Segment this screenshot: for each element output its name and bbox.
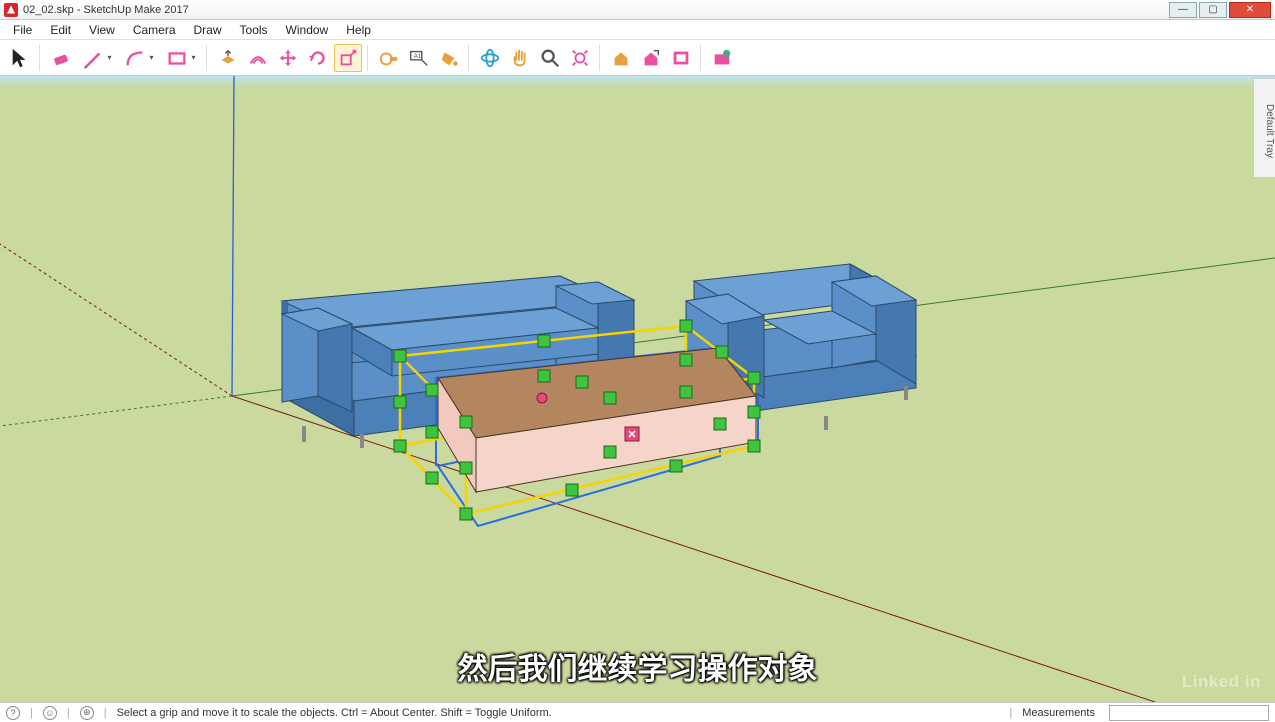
scale-tool[interactable] xyxy=(334,44,362,72)
toolbar: A1 xyxy=(0,40,1275,76)
linkedin-watermark: Linked in xyxy=(1182,672,1261,692)
line-tool[interactable] xyxy=(77,44,117,72)
rectangle-tool[interactable] xyxy=(161,44,201,72)
layout-tool[interactable] xyxy=(667,44,695,72)
menu-window[interactable]: Window xyxy=(277,21,338,39)
eraser-tool[interactable] xyxy=(47,44,75,72)
zoom-tool[interactable] xyxy=(536,44,564,72)
user-icon[interactable]: ☺ xyxy=(43,706,57,720)
menu-view[interactable]: View xyxy=(80,21,124,39)
geo-icon[interactable]: ⊕ xyxy=(80,706,94,720)
help-icon[interactable]: ? xyxy=(6,706,20,720)
arc-tool[interactable] xyxy=(119,44,159,72)
menu-camera[interactable]: Camera xyxy=(124,21,185,39)
pushpull-tool[interactable] xyxy=(214,44,242,72)
warehouse-tool[interactable] xyxy=(607,44,635,72)
default-tray-handle[interactable]: Default Tray xyxy=(1253,78,1275,178)
scene-3d xyxy=(0,76,1275,702)
pan-tool[interactable] xyxy=(506,44,534,72)
menu-edit[interactable]: Edit xyxy=(41,21,80,39)
close-button[interactable]: ✕ xyxy=(1229,2,1271,18)
menu-help[interactable]: Help xyxy=(337,21,380,39)
window-title: 02_02.skp - SketchUp Make 2017 xyxy=(23,4,189,16)
tapemeasure-tool[interactable] xyxy=(375,44,403,72)
menu-tools[interactable]: Tools xyxy=(231,21,277,39)
titlebar: 02_02.skp - SketchUp Make 2017 — ▢ ✕ xyxy=(0,0,1275,20)
zoomextents-tool[interactable] xyxy=(566,44,594,72)
scale-cursor-icon xyxy=(625,427,639,441)
select-tool[interactable] xyxy=(6,44,34,72)
extensions-tool[interactable] xyxy=(708,44,736,72)
move-tool[interactable] xyxy=(274,44,302,72)
maximize-button[interactable]: ▢ xyxy=(1199,2,1227,18)
text-tool[interactable]: A1 xyxy=(405,44,433,72)
measurements-label: Measurements xyxy=(1022,707,1095,719)
minimize-button[interactable]: — xyxy=(1169,2,1197,18)
menubar: File Edit View Camera Draw Tools Window … xyxy=(0,20,1275,40)
app-icon xyxy=(4,3,18,17)
video-subtitle: 然后我们继续学习操作对象 xyxy=(458,644,818,688)
menu-file[interactable]: File xyxy=(4,21,41,39)
svg-text:A1: A1 xyxy=(414,53,422,60)
orbit-tool[interactable] xyxy=(476,44,504,72)
measurements-input[interactable] xyxy=(1109,705,1269,721)
menu-draw[interactable]: Draw xyxy=(185,21,231,39)
paintbucket-tool[interactable] xyxy=(435,44,463,72)
extwarehouse-tool[interactable] xyxy=(637,44,665,72)
offset-tool[interactable] xyxy=(244,44,272,72)
status-hint: Select a grip and move it to scale the o… xyxy=(117,707,552,719)
viewport[interactable]: Default Tray 然后我们继续学习操作对象 Linked in xyxy=(0,76,1275,702)
statusbar: ? | ☺ | ⊕ | Select a grip and move it to… xyxy=(0,702,1275,722)
rotate-tool[interactable] xyxy=(304,44,332,72)
